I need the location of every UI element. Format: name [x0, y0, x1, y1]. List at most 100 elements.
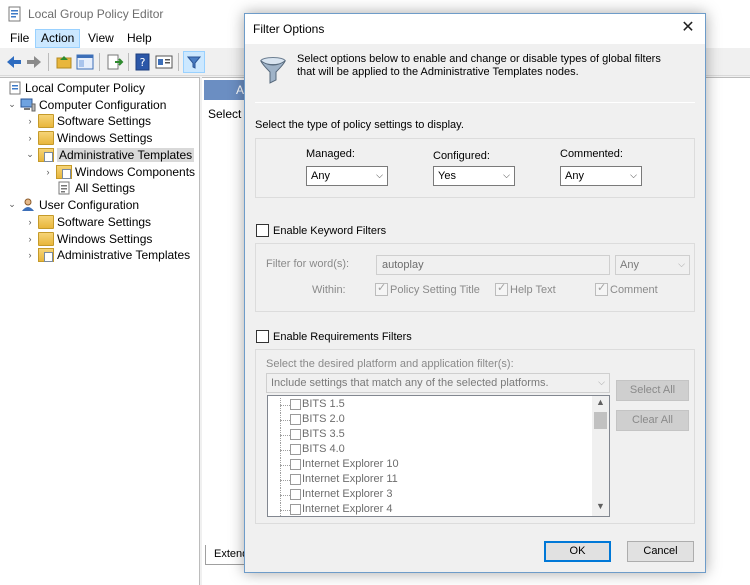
platform-label: BITS 3.5 [302, 428, 345, 440]
collapse-chevron-icon[interactable]: ⌄ [24, 149, 36, 160]
dialog-description: Select options below to enable and chang… [297, 53, 661, 78]
tree-item-user-administrative-templates[interactable]: › Administrative Templates [24, 246, 190, 263]
expand-chevron-icon[interactable]: › [42, 167, 54, 177]
list-item[interactable]: Internet Explorer 3 [268, 488, 598, 503]
menu-file[interactable]: File [4, 29, 35, 48]
tree-item-label: Administrative Templates [57, 247, 191, 262]
policy-setting-title-checkbox[interactable] [375, 281, 388, 296]
menu-action[interactable]: Action [35, 29, 81, 48]
tree-item-label: Administrative Templates [57, 147, 195, 162]
folder-icon [38, 214, 54, 229]
expand-chevron-icon[interactable]: › [24, 234, 36, 244]
help-icon[interactable]: ? [134, 53, 152, 71]
list-item[interactable]: BITS 1.5 [268, 398, 598, 413]
tree-item-label: Windows Settings [57, 130, 153, 145]
chevron-down-icon: ⌵ [678, 259, 685, 269]
tree-item-label: Windows Settings [57, 231, 153, 246]
dialog-title: Filter Options [253, 22, 325, 36]
tree-item-administrative-templates[interactable]: ⌄ Administrative Templates [24, 146, 195, 163]
platform-label: Internet Explorer 3 [302, 488, 393, 500]
tree-item-user-windows-settings[interactable]: › Windows Settings [24, 230, 152, 247]
chevron-down-icon: ⌵ [376, 170, 383, 180]
platform-label: BITS 2.0 [302, 413, 345, 425]
platform-filter-label: Select the desired platform and applicat… [266, 358, 514, 370]
filter-words-input[interactable]: autoplay [376, 255, 610, 275]
platform-list-scroll-thumb[interactable] [594, 412, 607, 429]
list-item[interactable]: BITS 3.5 [268, 428, 598, 443]
filter-button[interactable] [183, 51, 205, 73]
admin-templates-folder-icon [38, 247, 54, 262]
configured-select[interactable]: Yes ⌵ [433, 166, 515, 186]
enable-keyword-filters-checkbox[interactable] [256, 224, 269, 237]
collapse-chevron-icon[interactable]: ⌄ [6, 99, 18, 110]
tree-item-user-configuration[interactable]: ⌄ User Configuration [6, 196, 139, 213]
commented-select[interactable]: Any ⌵ [560, 166, 642, 186]
platform-tree-list[interactable]: BITS 1.5 BITS 2.0 BITS 3.5 BITS 4.0 Inte… [267, 395, 610, 517]
filter-words-label: Filter for word(s): [266, 258, 350, 270]
collapse-chevron-icon[interactable]: ⌄ [6, 199, 18, 210]
platform-checkbox[interactable] [290, 444, 301, 455]
enable-requirements-filters-label: Enable Requirements Filters [273, 331, 412, 343]
keyword-match-select[interactable]: Any ⌵ [615, 255, 690, 275]
tree-item-local-computer-policy[interactable]: Local Computer Policy [6, 79, 145, 96]
platform-label: BITS 1.5 [302, 398, 345, 410]
expand-chevron-icon[interactable]: › [24, 250, 36, 260]
back-arrow-icon[interactable] [5, 53, 23, 71]
scroll-up-arrow-icon[interactable]: ▲ [596, 397, 605, 407]
comment-checkbox[interactable] [595, 281, 608, 296]
tree-item-windows-components[interactable]: › Windows Components [42, 163, 195, 180]
clear-all-button[interactable]: Clear All [616, 410, 689, 431]
folder-icon [38, 231, 54, 246]
help-text-checkbox[interactable] [495, 281, 508, 296]
expand-chevron-icon[interactable]: › [24, 116, 36, 126]
commented-select-value: Any [565, 170, 584, 182]
platform-label: Internet Explorer 4 [302, 503, 393, 515]
forward-arrow-icon[interactable] [25, 53, 43, 71]
list-item[interactable]: Internet Explorer 10 [268, 458, 598, 473]
list-item[interactable]: BITS 2.0 [268, 413, 598, 428]
show-hide-console-tree-icon[interactable] [76, 53, 94, 71]
tree-item-software-settings[interactable]: › Software Settings [24, 112, 151, 129]
svg-text:?: ? [140, 56, 146, 69]
policy-document-icon [8, 81, 22, 95]
tree-item-label: Windows Components [75, 164, 196, 179]
toolbar-separator [48, 53, 49, 71]
list-item[interactable]: Internet Explorer 4 [268, 503, 598, 516]
expand-chevron-icon[interactable]: › [24, 133, 36, 143]
platform-checkbox[interactable] [290, 489, 301, 500]
enable-requirements-filters-checkbox[interactable] [256, 330, 269, 343]
select-all-button[interactable]: Select All [616, 380, 689, 401]
list-item[interactable]: BITS 4.0 [268, 443, 598, 458]
platform-checkbox[interactable] [290, 399, 301, 410]
close-icon[interactable]: ✕ [676, 18, 700, 40]
platform-checkbox[interactable] [290, 504, 301, 515]
export-list-icon[interactable] [106, 53, 124, 71]
ok-button[interactable]: OK [544, 541, 611, 562]
dialog-divider [255, 102, 695, 103]
list-item[interactable]: Internet Explorer 11 [268, 473, 598, 488]
filter-options-dialog: Filter Options ✕ Select options below to… [244, 13, 706, 573]
platform-checkbox[interactable] [290, 459, 301, 470]
help-text-label: Help Text [510, 284, 556, 296]
menu-view[interactable]: View [82, 29, 120, 48]
platform-checkbox[interactable] [290, 414, 301, 425]
properties-icon[interactable] [155, 53, 173, 71]
tree-item-computer-configuration[interactable]: ⌄ Computer Configuration [6, 96, 166, 113]
expand-chevron-icon[interactable]: › [24, 217, 36, 227]
platform-checkbox[interactable] [290, 429, 301, 440]
chevron-down-icon: ⌵ [598, 377, 605, 387]
tree-item-windows-settings[interactable]: › Windows Settings [24, 129, 152, 146]
tree-item-user-software-settings[interactable]: › Software Settings [24, 213, 151, 230]
managed-select[interactable]: Any ⌵ [306, 166, 388, 186]
toolbar-separator [178, 53, 179, 71]
scroll-down-arrow-icon[interactable]: ▼ [596, 501, 605, 511]
main-window-title: Local Group Policy Editor [28, 7, 164, 21]
up-folder-icon[interactable] [55, 53, 73, 71]
tree-item-all-settings[interactable]: All Settings [54, 179, 135, 196]
platform-match-select[interactable]: Include settings that match any of the s… [266, 373, 610, 393]
menu-help[interactable]: Help [121, 29, 158, 48]
user-icon [20, 198, 36, 212]
cancel-button[interactable]: Cancel [627, 541, 694, 562]
platform-label: BITS 4.0 [302, 443, 345, 455]
platform-checkbox[interactable] [290, 474, 301, 485]
